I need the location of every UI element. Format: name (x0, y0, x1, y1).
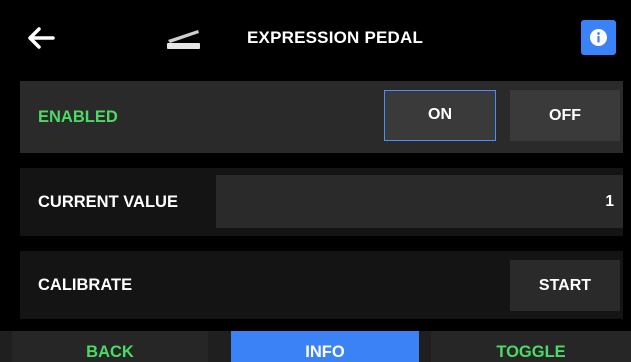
footer-bar: BACK INFO TOGGLE (0, 331, 631, 362)
page-title: EXPRESSION PEDAL (247, 28, 424, 47)
enabled-row: ENABLED ON OFF (20, 81, 623, 153)
arrow-left-icon[interactable] (25, 22, 57, 54)
calibrate-row: CALIBRATE START (20, 251, 623, 319)
info-icon (590, 29, 607, 46)
off-button[interactable]: OFF (510, 90, 620, 141)
back-button[interactable]: BACK (12, 331, 208, 362)
calibrate-label: CALIBRATE (38, 276, 133, 294)
enabled-label: ENABLED (38, 108, 118, 126)
info-footer-button[interactable]: INFO (231, 331, 419, 362)
expression-pedal-icon (164, 24, 202, 50)
info-button[interactable] (581, 20, 616, 55)
on-button[interactable]: ON (384, 90, 496, 141)
current-value-text: 1 (605, 193, 614, 210)
start-button[interactable]: START (510, 260, 620, 311)
current-value-label: CURRENT VALUE (38, 193, 178, 211)
toggle-button[interactable]: TOGGLE (431, 331, 631, 362)
current-value-field: 1 (216, 175, 623, 228)
header-bar: EXPRESSION PEDAL (0, 0, 631, 76)
current-value-row: CURRENT VALUE 1 (20, 168, 623, 236)
